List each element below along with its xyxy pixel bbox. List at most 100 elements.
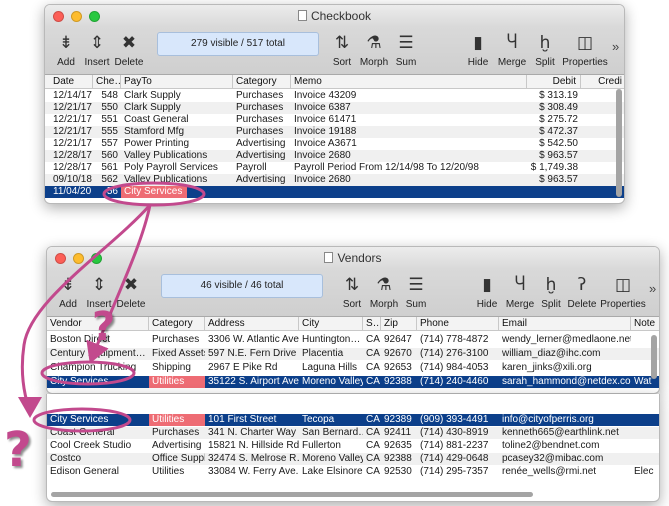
table-cell[interactable]: Purchases <box>149 427 205 439</box>
table-cell[interactable]: Utilities <box>149 466 205 478</box>
vendors-vertical-scrollbar[interactable] <box>651 335 657 379</box>
insert-button[interactable]: ⇕ Insert <box>81 29 113 68</box>
table-cell[interactable]: (714) 984-4053 <box>417 362 499 374</box>
split-button[interactable]: ḫ Split <box>537 271 565 310</box>
table-cell[interactable]: Purchases <box>149 334 205 346</box>
morph-button[interactable]: ⚗ Morph <box>357 29 391 68</box>
table-cell[interactable]: toline2@bendnet.com <box>499 440 631 452</box>
table-cell[interactable]: 12/28/17 <box>45 150 93 162</box>
table-cell[interactable]: 92389 <box>381 414 417 426</box>
table-cell[interactable]: CA <box>363 427 381 439</box>
table-row[interactable]: Boston Direct Purchases 3306 W. Atlantic A… <box>47 334 659 346</box>
table-cell[interactable]: 09/10/18 <box>45 174 93 186</box>
checkbook-vertical-scrollbar[interactable] <box>616 89 622 197</box>
table-cell[interactable]: Coast General <box>121 114 233 126</box>
table-cell[interactable]: renée_wells@rmi.net <box>499 466 631 478</box>
column-category[interactable]: Category <box>149 317 205 331</box>
table-cell[interactable]: Invoice A3671 <box>291 138 527 150</box>
hide-button[interactable]: ▮ Hide <box>473 271 501 310</box>
table-cell[interactable]: Moreno Valley <box>299 376 363 388</box>
table-cell[interactable]: $ 275.72 <box>527 114 581 126</box>
table-row[interactable]: 12/21/17 555 Stamford Mfg Purchases Invoice … <box>45 126 624 138</box>
table-cell[interactable]: Costco <box>47 453 149 465</box>
merge-button[interactable]: Ⴗ Merge <box>503 271 537 310</box>
table-cell[interactable]: CA <box>363 453 381 465</box>
table-cell[interactable]: 12/21/17 <box>45 126 93 138</box>
table-cell[interactable]: Poly Payroll Services <box>121 162 233 174</box>
table-cell[interactable]: $ 308.49 <box>527 102 581 114</box>
table-cell[interactable]: $ 542.50 <box>527 138 581 150</box>
table-row[interactable]: 12/28/17 560 Valley Publications Advertisin… <box>45 150 624 162</box>
table-cell[interactable]: Invoice 19188 <box>291 126 527 138</box>
table-cell[interactable]: 341 N. Charter Way <box>205 427 299 439</box>
column-category[interactable]: Category <box>233 75 291 89</box>
column-debit[interactable]: Debit <box>527 75 581 89</box>
table-cell[interactable]: Stamford Mfg <box>121 126 233 138</box>
table-cell[interactable]: 92653 <box>381 362 417 374</box>
table-cell[interactable]: 32474 S. Melrose R… <box>205 453 299 465</box>
table-row[interactable]: Cool Creek Studio Advertising 15821 N. Hil… <box>47 440 659 452</box>
table-cell[interactable]: 92388 <box>381 376 417 388</box>
table-cell[interactable]: Utilities <box>149 414 205 426</box>
morph-button[interactable]: ⚗ Morph <box>367 271 401 310</box>
table-row[interactable]: 12/21/17 550 Clark Supply Purchases Invoice … <box>45 102 624 114</box>
column-state[interactable]: S… <box>363 317 381 331</box>
table-cell[interactable]: (909) 393-4491 <box>417 414 499 426</box>
table-cell[interactable]: Purchases <box>233 126 291 138</box>
table-cell[interactable]: 92530 <box>381 466 417 478</box>
column-date[interactable]: Date <box>45 75 93 89</box>
table-cell[interactable]: 92647 <box>381 334 417 346</box>
table-cell[interactable]: 15821 N. Hillside Rd. <box>205 440 299 452</box>
table-cell[interactable]: Invoice 43209 <box>291 90 527 102</box>
delete-field-button[interactable]: ʔ Delete <box>565 271 599 310</box>
column-credit[interactable]: Credi <box>581 75 624 89</box>
table-row[interactable]: 12/21/17 557 Power Printing Advertising Invo… <box>45 138 624 150</box>
table-cell[interactable]: karen_jinks@xili.org <box>499 362 631 374</box>
table-cell[interactable]: 548 <box>93 90 121 102</box>
table-cell[interactable] <box>631 427 659 439</box>
merge-button[interactable]: Ⴗ Merge <box>495 29 529 68</box>
table-cell[interactable] <box>631 453 659 465</box>
table-cell[interactable]: kenneth665@earthlink.net <box>499 427 631 439</box>
table-cell[interactable]: 597 N.E. Fern Drive <box>205 348 299 360</box>
table-cell[interactable]: CA <box>363 466 381 478</box>
column-city[interactable]: City <box>299 317 363 331</box>
split-button[interactable]: ḫ Split <box>531 29 559 68</box>
add-button[interactable]: ⇟ Add <box>51 29 81 68</box>
selected-table-row[interactable]: City Services Utilities 35122 S. Airport A… <box>47 376 659 388</box>
table-cell[interactable]: CA <box>363 440 381 452</box>
sort-button[interactable]: ⇅ Sort <box>339 271 365 310</box>
selected-table-row[interactable]: 11/04/20 56 City Services <box>45 186 624 198</box>
table-cell[interactable]: Cool Creek Studio <box>47 440 149 452</box>
table-cell[interactable]: Fullerton <box>299 440 363 452</box>
table-cell[interactable]: Huntington… <box>299 334 363 346</box>
table-cell[interactable]: CA <box>363 414 381 426</box>
table-cell[interactable]: Tecopa <box>299 414 363 426</box>
column-zip[interactable]: Zip <box>381 317 417 331</box>
table-cell[interactable]: sarah_hammond@netdex.com <box>499 376 631 388</box>
table-cell[interactable]: info@cityofperris.org <box>499 414 631 426</box>
table-cell[interactable]: City Services <box>121 186 187 198</box>
table-cell[interactable]: Invoice 6387 <box>291 102 527 114</box>
table-cell[interactable] <box>233 186 291 198</box>
column-check[interactable]: Che… <box>93 75 121 89</box>
sum-button[interactable]: ☰ Sum <box>393 29 419 68</box>
table-cell[interactable]: 33084 W. Ferry Ave. <box>205 466 299 478</box>
table-cell[interactable]: Champion Trucking <box>47 362 149 374</box>
table-cell[interactable]: 2967 E Pike Rd <box>205 362 299 374</box>
table-cell[interactable]: (714) 430-8919 <box>417 427 499 439</box>
table-cell[interactable]: Clark Supply <box>121 90 233 102</box>
table-cell[interactable]: Purchases <box>233 90 291 102</box>
table-cell[interactable]: Valley Publications <box>121 174 233 186</box>
table-cell[interactable] <box>527 186 581 198</box>
table-cell[interactable]: Edison General <box>47 466 149 478</box>
table-row[interactable]: 09/10/18 562 Valley Publications Advertisin… <box>45 174 624 186</box>
table-cell[interactable]: 551 <box>93 114 121 126</box>
table-cell[interactable]: 560 <box>93 150 121 162</box>
delete-button[interactable]: ✖ Delete <box>113 29 145 68</box>
selected-table-row[interactable]: City Services Utilities 101 First Street Te… <box>47 414 659 426</box>
table-cell[interactable]: Clark Supply <box>121 102 233 114</box>
table-row[interactable]: 12/14/17 548 Clark Supply Purchases Invoice … <box>45 90 624 102</box>
table-row[interactable]: Century Equipment… Fixed Assets 597 N.E. F… <box>47 348 659 360</box>
table-cell[interactable]: 12/21/17 <box>45 138 93 150</box>
